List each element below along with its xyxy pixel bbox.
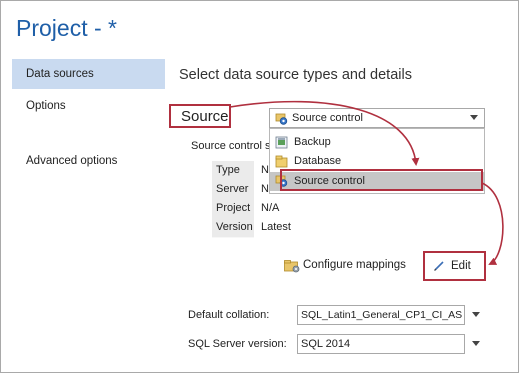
project-window: Project - * Data sources Options Advance… (0, 0, 519, 373)
arrow-source-to-source-control (229, 100, 420, 166)
annotation-arrows (229, 100, 504, 265)
arrow-source-control-to-edit (481, 182, 504, 265)
